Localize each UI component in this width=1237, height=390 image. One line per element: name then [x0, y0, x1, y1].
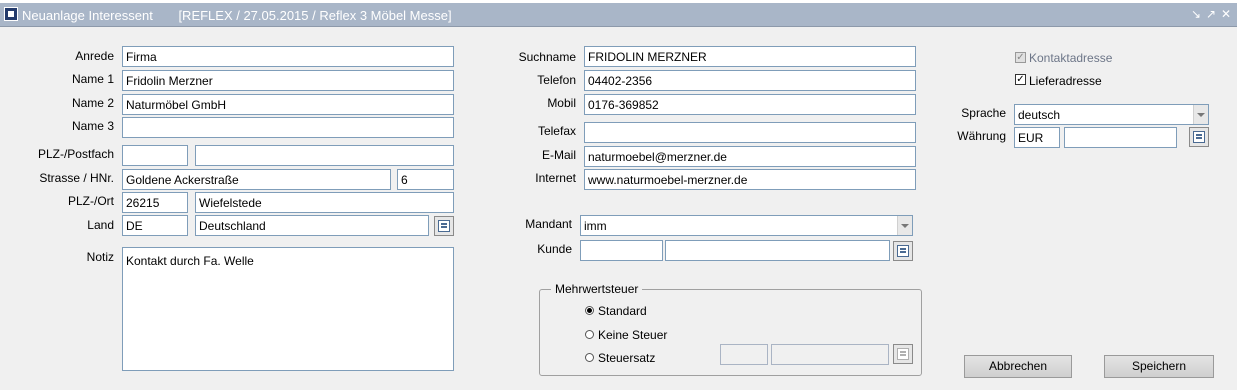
window-subtitle: [REFLEX / 27.05.2015 / Reflex 3 Möbel Me…: [178, 8, 452, 23]
sprache-value: deutsch: [1018, 108, 1061, 122]
telefax-field[interactable]: [584, 122, 916, 143]
internet-field[interactable]: www.naturmoebel-merzner.de: [584, 169, 916, 190]
mandant-label: Mandant: [525, 217, 572, 231]
waehrung-code-field[interactable]: EUR: [1014, 127, 1060, 148]
name3-label: Name 3: [71, 119, 114, 133]
kunde-name-field[interactable]: [665, 240, 890, 261]
notiz-textarea[interactable]: Kontakt durch Fa. Welle: [122, 247, 454, 371]
name3-field[interactable]: [122, 117, 454, 138]
suchname-label: Suchname: [518, 50, 576, 64]
cancel-button[interactable]: Abbrechen: [964, 355, 1072, 378]
land-name-field[interactable]: Deutschland: [195, 215, 429, 236]
mwst-standard-label[interactable]: Standard: [598, 304, 647, 318]
mobil-field[interactable]: 0176-369852: [584, 94, 916, 115]
kunde-code-field[interactable]: [580, 240, 663, 261]
mandant-select[interactable]: imm: [580, 215, 913, 236]
telefax-label: Telefax: [537, 124, 576, 138]
lookup-icon: [1193, 131, 1205, 143]
email-label: E-Mail: [541, 148, 576, 162]
postfach-field[interactable]: [195, 145, 454, 166]
street-field[interactable]: Goldene Ackerstraße: [122, 169, 391, 190]
title-bar[interactable]: Neuanlage Interessent [REFLEX / 27.05.20…: [0, 3, 1237, 27]
ort-field[interactable]: Wiefelstede: [195, 192, 454, 213]
close-icon[interactable]: ✕: [1219, 7, 1233, 21]
kunde-label: Kunde: [537, 242, 572, 256]
anrede-field[interactable]: Firma: [122, 46, 454, 67]
plz-postfach-label: PLZ-/Postfach: [37, 147, 114, 161]
mobil-label: Mobil: [547, 96, 576, 110]
strasse-label: Strasse / HNr.: [39, 171, 114, 185]
lookup-icon: [438, 220, 450, 232]
lieferadresse-label[interactable]: Lieferadresse: [1029, 74, 1102, 88]
sprache-label: Sprache: [961, 106, 1006, 120]
lookup-icon: [897, 245, 909, 257]
name2-field[interactable]: Naturmöbel GmbH: [122, 94, 454, 115]
mwst-standard-radio[interactable]: [585, 306, 594, 315]
mandant-value: imm: [584, 219, 607, 233]
window-title: Neuanlage Interessent [REFLEX / 27.05.20…: [22, 8, 452, 23]
plz-field[interactable]: 26215: [122, 192, 188, 213]
steuersatz-code-field[interactable]: [720, 344, 768, 365]
anrede-label: Anrede: [75, 49, 114, 63]
internet-label: Internet: [535, 171, 576, 185]
lookup-icon: [897, 348, 909, 360]
telefon-field[interactable]: 04402-2356: [584, 70, 916, 91]
minimize-icon[interactable]: ↘: [1189, 7, 1203, 21]
kontaktadresse-label: Kontaktadresse: [1029, 51, 1113, 65]
waehrung-label: Währung: [957, 129, 1006, 143]
land-lookup-button[interactable]: [434, 216, 454, 236]
maximize-icon[interactable]: ↗: [1204, 7, 1218, 21]
steuersatz-name-field[interactable]: [771, 344, 889, 365]
house-number-field[interactable]: 6: [397, 169, 454, 190]
notiz-label: Notiz: [86, 250, 114, 264]
mwst-steuersatz-label[interactable]: Steuersatz: [598, 351, 655, 365]
mwst-steuersatz-radio[interactable]: [585, 353, 594, 362]
app-icon: [4, 7, 18, 21]
lieferadresse-checkbox[interactable]: ✓: [1015, 74, 1026, 85]
steuersatz-lookup-button[interactable]: [893, 344, 913, 364]
waehrung-name-field[interactable]: [1064, 127, 1177, 148]
plz-postfach-plz-field[interactable]: [122, 145, 188, 166]
plz-ort-label: PLZ-/Ort: [67, 194, 114, 208]
land-label: Land: [87, 218, 114, 232]
suchname-field[interactable]: FRIDOLIN MERZNER: [584, 46, 916, 67]
name2-label: Name 2: [71, 96, 114, 110]
mwst-keine-steuer-radio[interactable]: [585, 330, 594, 339]
waehrung-lookup-button[interactable]: [1189, 127, 1209, 147]
chevron-down-icon[interactable]: [1193, 105, 1208, 124]
sprache-select[interactable]: deutsch: [1014, 104, 1209, 125]
mwst-group-title: Mehrwertsteuer: [551, 282, 643, 296]
name1-label: Name 1: [71, 72, 114, 86]
save-button[interactable]: Speichern: [1104, 355, 1214, 378]
land-code-field[interactable]: DE: [122, 215, 188, 236]
kontaktadresse-checkbox[interactable]: ✓: [1015, 52, 1026, 63]
mwst-keine-steuer-label[interactable]: Keine Steuer: [598, 328, 667, 342]
chevron-down-icon[interactable]: [897, 216, 912, 235]
kunde-lookup-button[interactable]: [893, 241, 913, 261]
email-field[interactable]: naturmoebel@merzner.de: [584, 146, 916, 167]
window-title-text: Neuanlage Interessent: [22, 8, 153, 23]
name1-field[interactable]: Fridolin Merzner: [122, 70, 454, 91]
telefon-label: Telefon: [537, 73, 576, 87]
